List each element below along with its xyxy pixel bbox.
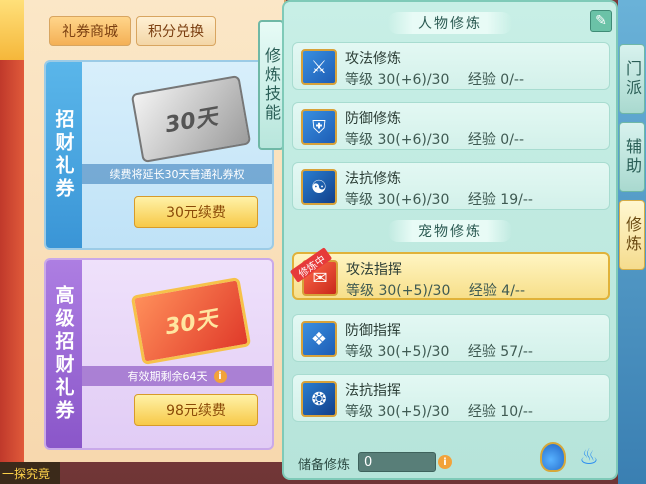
skill-row-attack-command[interactable]: ✉ 修炼中 攻法指挥 等级 30(+5)/30 经验 4/-- <box>289 247 610 300</box>
exp-value: 0/-- <box>500 72 525 88</box>
renew-30-button[interactable]: 30元续费 <box>134 196 258 228</box>
flame-icon[interactable]: ♨ <box>576 442 602 472</box>
silver-ticket-icon: 30天 <box>130 74 252 164</box>
exp-value: 4/-- <box>501 283 526 299</box>
reserve-field: 0 <box>358 452 436 472</box>
exp-value: 0/-- <box>500 132 525 148</box>
level-label: 等级 <box>345 192 373 208</box>
skill-stats: 等级 30(+6)/30 经验 19/-- <box>345 189 533 209</box>
level-value: 30(+6)/30 <box>377 72 450 88</box>
level-value: 30(+6)/30 <box>377 132 450 148</box>
exp-value: 10/-- <box>500 404 533 420</box>
left-gold-accent <box>0 0 24 60</box>
exp-label: 经验 <box>468 283 497 299</box>
card-label: 招财礼券 <box>46 62 82 248</box>
info-icon[interactable]: i <box>438 455 452 469</box>
skill-stats: 等级 30(+6)/30 经验 0/-- <box>345 69 524 89</box>
red-ticket-icon: 30天 <box>130 276 252 366</box>
skill-stats: 等级 30(+5)/30 经验 57/-- <box>345 341 533 361</box>
skill-stats: 等级 30(+5)/30 经验 4/-- <box>346 280 525 300</box>
exp-label: 经验 <box>467 344 496 360</box>
section-pet-cultivation: 宠物修炼 <box>388 220 512 242</box>
level-value: 30(+6)/30 <box>377 192 450 208</box>
coupon-shop-panel: 礼券商城 积分兑换 招财礼券 30天 续费将延长30天普通礼券权 30元续费 高… <box>24 0 286 462</box>
skill-name: 法抗指挥 <box>345 383 401 399</box>
skill-row-defense-command[interactable]: ❖ 防御指挥 等级 30(+5)/30 经验 57/-- <box>292 314 610 362</box>
info-icon[interactable]: i <box>213 369 227 383</box>
card-note: 续费将延长30天普通礼券权 <box>82 164 272 184</box>
premium-fortune-coupon-card: 高级招财礼券 30天 有效期剩余64天 i 98元续费 <box>44 258 274 450</box>
tab-cultivation-skills[interactable]: 修炼技能 <box>258 20 284 150</box>
tab-cultivation[interactable]: 修炼 <box>619 200 645 270</box>
skill-stats: 等级 30(+6)/30 经验 0/-- <box>345 129 524 149</box>
right-tab-bar: 门派 辅助 修炼 <box>618 0 646 484</box>
defense-command-icon: ❖ <box>301 321 337 357</box>
level-label: 等级 <box>345 72 373 88</box>
validity-text: 有效期剩余64天 <box>127 370 208 383</box>
skill-name: 防御指挥 <box>345 323 401 339</box>
tab-coupon-mall[interactable]: 礼券商城 <box>49 16 131 46</box>
tab-sect[interactable]: 门派 <box>619 44 645 114</box>
exp-label: 经验 <box>467 132 496 148</box>
skill-row-attack-cultivation[interactable]: ⚔ 攻法修炼 等级 30(+6)/30 经验 0/-- <box>292 42 610 90</box>
tab-assist[interactable]: 辅助 <box>619 122 645 192</box>
potion-icon[interactable] <box>540 442 566 472</box>
skill-name: 防御修炼 <box>345 111 401 127</box>
skill-row-defense-cultivation[interactable]: ⛨ 防御修炼 等级 30(+6)/30 经验 0/-- <box>292 102 610 150</box>
level-value: 30(+5)/30 <box>377 404 450 420</box>
attack-cultivation-icon: ⚔ <box>301 49 337 85</box>
card-note: 有效期剩余64天 i <box>82 366 272 386</box>
skill-name: 法抗修炼 <box>345 171 401 187</box>
exp-label: 经验 <box>467 72 496 88</box>
tab-points-exchange[interactable]: 积分兑换 <box>136 16 216 46</box>
skill-stats: 等级 30(+5)/30 经验 10/-- <box>345 401 533 421</box>
explore-link[interactable]: 一探究竟 <box>0 462 60 484</box>
level-value: 30(+5)/30 <box>378 283 451 299</box>
level-label: 等级 <box>345 132 373 148</box>
level-label: 等级 <box>346 283 374 299</box>
level-value: 30(+5)/30 <box>377 344 450 360</box>
reserve-label: 储备修炼 <box>298 458 351 473</box>
fortune-coupon-card: 招财礼券 30天 续费将延长30天普通礼券权 30元续费 <box>44 60 274 250</box>
level-label: 等级 <box>345 344 373 360</box>
level-label: 等级 <box>345 404 373 420</box>
skill-name: 攻法修炼 <box>345 51 401 67</box>
skill-name: 攻法指挥 <box>346 262 402 278</box>
left-edge-decoration <box>0 0 24 484</box>
defense-cultivation-icon: ⛨ <box>301 109 337 145</box>
renew-98-button[interactable]: 98元续费 <box>134 394 258 426</box>
exp-label: 经验 <box>467 404 496 420</box>
card-label: 高级招财礼券 <box>46 260 82 448</box>
section-character-cultivation: 人物修炼 <box>388 12 512 34</box>
edit-icon[interactable]: ✎ <box>590 10 612 32</box>
magic-resist-command-icon: ❂ <box>301 381 337 417</box>
skill-row-magic-resist-cultivation[interactable]: ☯ 法抗修炼 等级 30(+6)/30 经验 19/-- <box>292 162 610 210</box>
exp-value: 19/-- <box>500 192 533 208</box>
cultivation-panel: 人物修炼 ✎ ⚔ 攻法修炼 等级 30(+6)/30 经验 0/-- ⛨ 防御修… <box>282 0 618 480</box>
magic-resist-cultivation-icon: ☯ <box>301 169 337 205</box>
exp-label: 经验 <box>467 192 496 208</box>
exp-value: 57/-- <box>500 344 533 360</box>
skill-row-magic-resist-command[interactable]: ❂ 法抗指挥 等级 30(+5)/30 经验 10/-- <box>292 374 610 422</box>
